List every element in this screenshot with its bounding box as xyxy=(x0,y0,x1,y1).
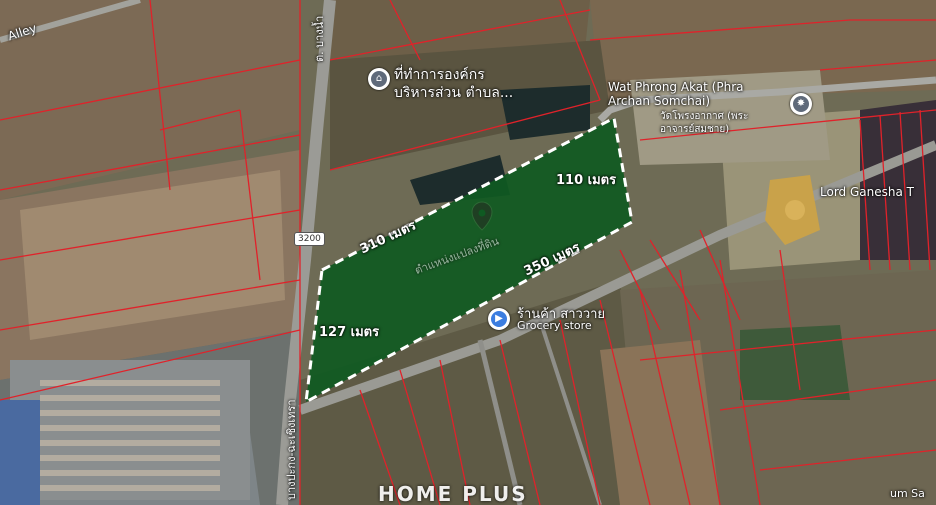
temple-name-en-line2: Archan Somchai) xyxy=(608,94,711,108)
road-vertical-label: ต. บางน้ำ xyxy=(313,15,326,62)
grocery-poi-icon[interactable]: ▶ xyxy=(488,308,510,330)
map-canvas[interactable]: 110 เมตร 310 เมตร 350 เมตร 127 เมตร ตำแห… xyxy=(0,0,936,505)
temple-name-th[interactable]: วัดโพรงอากาศ (พระ อาจารย์สมชาย) xyxy=(660,110,748,136)
temple-name-en[interactable]: Wat Phrong Akat (Phra Archan Somchai) xyxy=(608,80,744,108)
ganesha-label[interactable]: Lord Ganesha T xyxy=(820,185,914,199)
plot-side-top-length: 110 เมตร xyxy=(556,173,617,188)
plot-side-left-length: 127 เมตร xyxy=(319,325,380,340)
watermark-logo: HOME PLUS xyxy=(378,482,528,505)
temple-name-en-line1: Wat Phrong Akat (Phra xyxy=(608,80,744,94)
office-name-line2[interactable]: บริหารส่วน ตำบล... xyxy=(394,82,513,104)
temple-poi-icon[interactable]: ✸ xyxy=(790,93,812,115)
temple-name-th-line2: อาจารย์สมชาย) xyxy=(660,124,730,135)
route-shield: 3200 xyxy=(294,232,325,246)
road-bottom-label: บางปะกง-ฉะเชิงเทรา xyxy=(285,399,298,500)
office-poi-icon[interactable]: ⌂ xyxy=(368,68,390,90)
temple-name-th-line1: วัดโพรงอากาศ (พระ xyxy=(660,111,749,122)
grocery-name-en[interactable]: Grocery store xyxy=(517,319,592,332)
bottom-right-label: um Sa xyxy=(890,487,925,500)
